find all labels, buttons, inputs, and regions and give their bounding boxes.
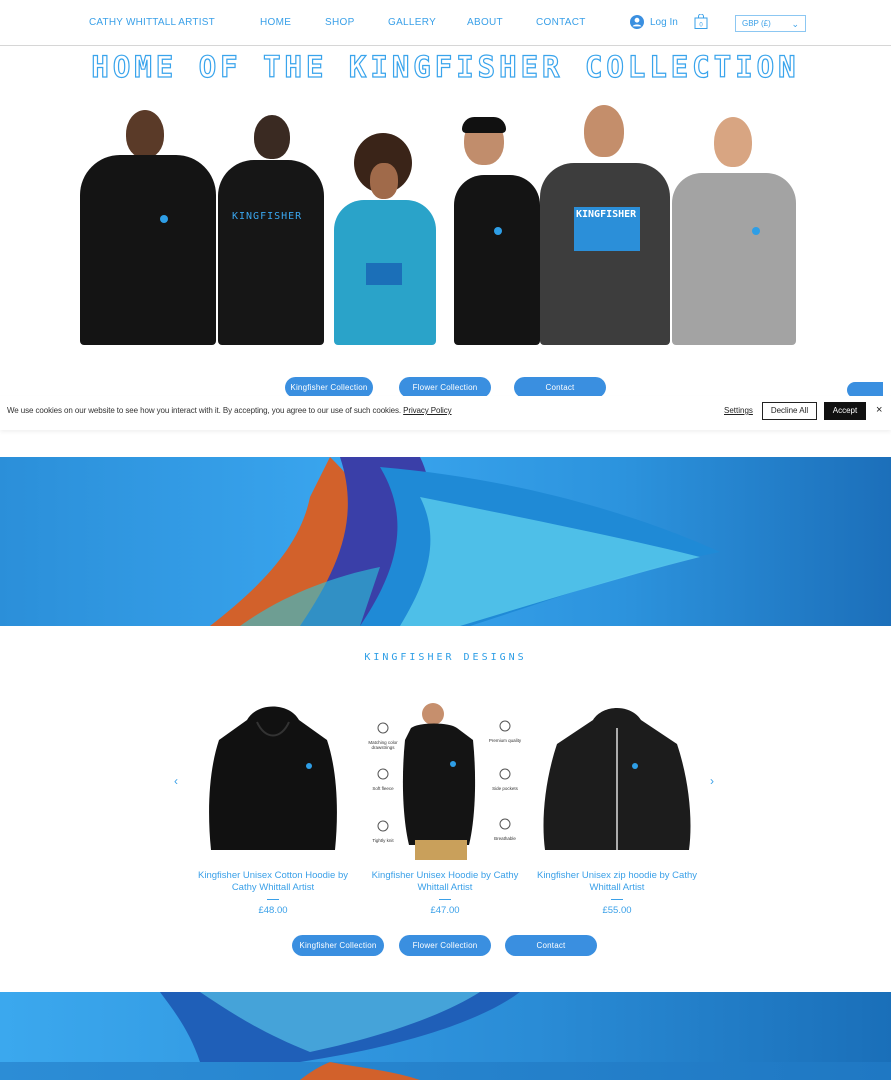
cart-icon[interactable]: 0 (694, 14, 708, 29)
shirt-print-text: KINGFISHER (232, 211, 303, 222)
accept-button[interactable]: Accept (824, 402, 866, 420)
kingfisher-collection-button[interactable]: Kingfisher Collection (292, 935, 384, 956)
divider (611, 899, 623, 900)
nav-about[interactable]: ABOUT (467, 17, 503, 28)
fleece-feature-icon (377, 768, 389, 780)
cookie-text: We use cookies on our website to see how… (7, 406, 402, 415)
feature-label: Matching color drawstrings (368, 740, 398, 750)
nav-shop[interactable]: SHOP (325, 17, 355, 28)
site-brand-link[interactable]: CATHY WHITTALL ARTIST (89, 17, 215, 28)
shirt-print-text-2: KINGFISHER (576, 209, 637, 220)
product-name[interactable]: Kingfisher Unisex zip hoodie by Cathy Wh… (531, 870, 703, 894)
hero-title: HOME OF THE KINGFISHER COLLECTION (91, 49, 800, 84)
user-avatar-icon (630, 15, 644, 29)
product-name[interactable]: Kingfisher Unisex Cotton Hoodie by Cathy… (187, 870, 359, 894)
pocket-feature-icon (499, 768, 511, 780)
product-image (209, 706, 337, 850)
chevron-right-icon[interactable]: › (710, 774, 714, 788)
contact-button[interactable]: Contact (514, 377, 606, 398)
flower-collection-button[interactable]: Flower Collection (399, 377, 491, 398)
divider (439, 899, 451, 900)
knit-feature-icon (377, 820, 389, 832)
nav-contact[interactable]: CONTACT (536, 17, 586, 28)
kingfisher-feather-illustration (160, 992, 520, 1062)
product-card[interactable]: Kingfisher Unisex Cotton Hoodie by Cathy… (187, 700, 359, 916)
cookie-settings-link[interactable]: Settings (724, 406, 753, 415)
product-card[interactable]: Matching color drawstrings Premium quali… (359, 700, 531, 916)
currency-value: GBP (£) (742, 19, 771, 28)
cart-count: 0 (699, 23, 703, 29)
nav-gallery[interactable]: GALLERY (388, 17, 436, 28)
decline-all-button[interactable]: Decline All (762, 402, 817, 420)
site-header: CATHY WHITTALL ARTIST HOME SHOP GALLERY … (0, 0, 891, 46)
nav-home[interactable]: HOME (260, 17, 291, 28)
chevron-left-icon[interactable]: ‹ (174, 774, 178, 788)
section-title: KINGFISHER DESIGNS (364, 652, 527, 663)
cookie-banner: We use cookies on our website to see how… (0, 396, 891, 430)
kingfisher-wing-banner (0, 457, 891, 626)
cookie-message: We use cookies on our website to see how… (7, 406, 452, 415)
feature-label: Tightly knit (372, 838, 394, 843)
close-icon[interactable]: × (876, 404, 882, 416)
kingfisher-feather-banner (0, 992, 891, 1062)
product-image (543, 708, 691, 850)
hero-models-image: KINGFISHER KINGFISHER (78, 100, 798, 345)
product-price: £47.00 (430, 905, 460, 916)
kingfisher-collection-button[interactable]: Kingfisher Collection (285, 377, 373, 398)
currency-select[interactable]: GBP (£) ⌄ (735, 15, 806, 32)
feature-label: Breathable (494, 836, 516, 841)
drawstring-feature-icon (377, 722, 389, 734)
product-price: £55.00 (602, 905, 632, 916)
feature-label: Premium quality (488, 738, 522, 743)
quality-feature-icon (499, 720, 511, 732)
login-label: Log In (650, 16, 678, 28)
product-price: £48.00 (258, 905, 288, 916)
product-name[interactable]: Kingfisher Unisex Hoodie by Cathy Whitta… (359, 870, 531, 894)
login-button[interactable]: Log In (630, 15, 678, 29)
privacy-policy-link[interactable]: Privacy Policy (403, 406, 451, 415)
feature-label: Soft fleece (372, 786, 394, 791)
feature-label: Side pockets (492, 786, 518, 791)
kingfisher-bottom-banner (0, 1062, 891, 1080)
contact-button[interactable]: Contact (505, 935, 597, 956)
product-card[interactable]: Kingfisher Unisex zip hoodie by Cathy Wh… (531, 700, 703, 916)
kingfisher-bottom-illustration (300, 1062, 420, 1080)
flower-collection-button[interactable]: Flower Collection (399, 935, 491, 956)
divider (267, 899, 279, 900)
breathable-feature-icon (499, 818, 511, 830)
kingfisher-wing-illustration (210, 457, 720, 626)
chevron-down-icon: ⌄ (791, 19, 799, 29)
